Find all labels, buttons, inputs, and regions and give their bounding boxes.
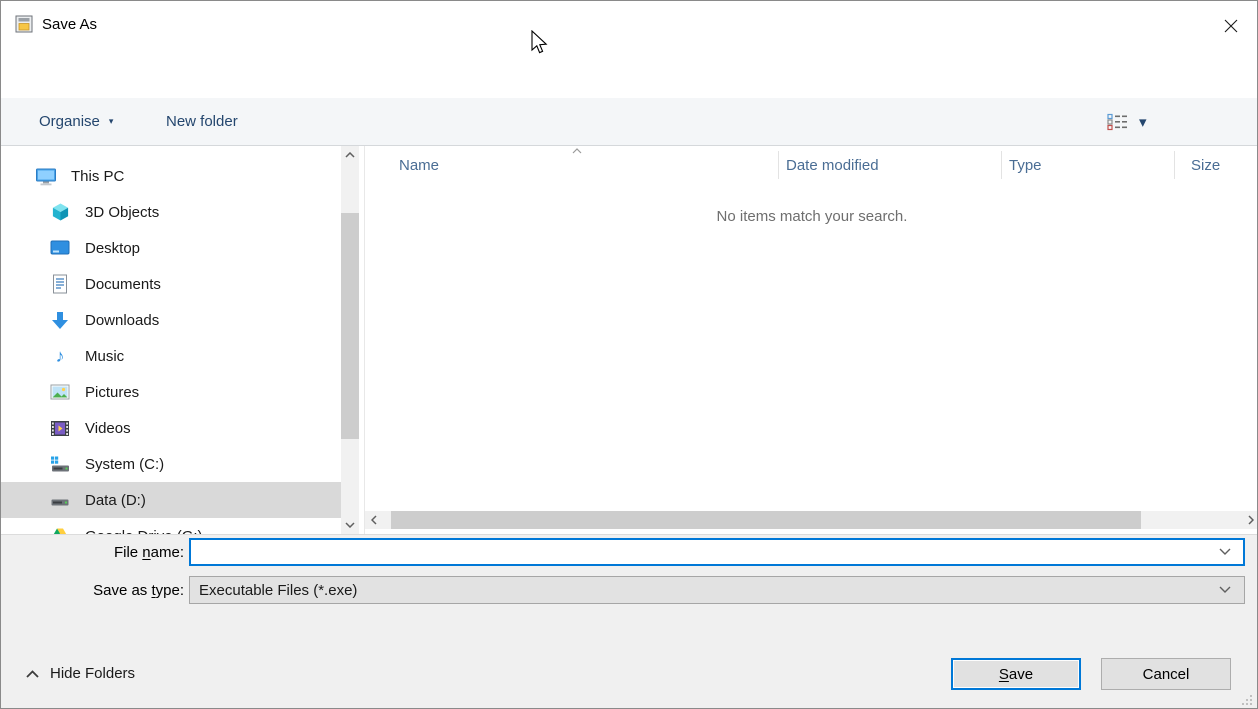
sort-ascending-icon	[572, 148, 582, 154]
column-header-row: Name Date modified Type Size	[365, 146, 1257, 184]
desktop-icon	[49, 238, 71, 258]
sidebar-item-system-c[interactable]: System (C:)	[1, 446, 341, 482]
file-list-pane: Name Date modified Type Size No items ma…	[365, 146, 1257, 534]
sidebar-item-this-pc[interactable]: This PC	[1, 158, 341, 194]
chevron-up-icon	[26, 670, 39, 678]
horizontal-scrollbar[interactable]	[365, 511, 1257, 529]
hide-folders-label: Hide Folders	[50, 665, 135, 682]
column-header-date-modified[interactable]: Date modified	[786, 157, 879, 174]
videos-icon	[49, 418, 71, 438]
sidebar-item-documents[interactable]: Documents	[1, 266, 341, 302]
dialog-body: This PC 3D Objects	[1, 146, 1257, 534]
sidebar-item-google-drive[interactable]: Google Drive (G:)	[1, 518, 341, 534]
resize-grip[interactable]	[1240, 693, 1254, 707]
sidebar-item-desktop[interactable]: Desktop	[1, 230, 341, 266]
title-bar: Save As	[1, 1, 1257, 49]
column-divider[interactable]	[1001, 151, 1002, 179]
save-button[interactable]: Save	[951, 658, 1081, 690]
sidebar-item-downloads[interactable]: Downloads	[1, 302, 341, 338]
column-divider[interactable]	[778, 151, 779, 179]
chevron-down-icon[interactable]	[1219, 586, 1231, 594]
file-name-input[interactable]	[189, 538, 1245, 566]
sidebar-item-videos[interactable]: Videos	[1, 410, 341, 446]
scroll-up-icon[interactable]	[345, 152, 355, 158]
scroll-down-icon[interactable]	[345, 522, 355, 528]
hide-folders-button[interactable]: Hide Folders	[26, 665, 135, 682]
sidebar-item-label: Data (D:)	[85, 492, 146, 509]
column-divider[interactable]	[1174, 151, 1175, 179]
downloads-icon	[49, 310, 71, 330]
new-folder-button[interactable]: New folder	[166, 98, 238, 145]
sidebar-item-label: System (C:)	[85, 456, 164, 473]
command-toolbar: Organise ▾ New folder ▾ ?	[1, 98, 1257, 146]
close-button[interactable]	[1218, 13, 1244, 39]
organise-button[interactable]: Organise ▾	[39, 98, 113, 145]
pictures-icon	[49, 382, 71, 402]
system-drive-icon	[49, 454, 71, 474]
chevron-down-icon: ▾	[109, 116, 114, 127]
sidebar-item-label: Pictures	[85, 384, 139, 401]
scrollbar-thumb[interactable]	[391, 511, 1141, 529]
chevron-down-icon: ▾	[1139, 113, 1147, 131]
3d-objects-icon	[49, 202, 71, 222]
sidebar-item-label: Music	[85, 348, 124, 365]
organise-label: Organise	[39, 113, 100, 130]
sidebar-item-music[interactable]: ♪ Music	[1, 338, 341, 374]
sidebar-item-label: 3D Objects	[85, 204, 159, 221]
sidebar-item-label: Downloads	[85, 312, 159, 329]
google-drive-icon	[49, 526, 71, 534]
change-view-button[interactable]: ▾	[1107, 98, 1147, 145]
file-name-label: File name:	[1, 544, 184, 561]
save-as-icon	[15, 15, 33, 33]
close-icon	[1224, 19, 1238, 33]
chevron-down-icon[interactable]	[1219, 548, 1231, 556]
this-pc-icon	[35, 166, 57, 186]
save-options-panel: File name: Save as type: Executable File…	[1, 534, 1257, 709]
sidebar-scrollbar[interactable]	[341, 146, 359, 534]
sidebar-item-label: Desktop	[85, 240, 140, 257]
details-view-icon	[1107, 113, 1129, 131]
empty-results-message: No items match your search.	[365, 208, 1257, 225]
column-header-name[interactable]: Name	[399, 157, 439, 174]
sidebar-item-pictures[interactable]: Pictures	[1, 374, 341, 410]
save-as-type-value: Executable Files (*.exe)	[199, 582, 357, 599]
scroll-left-icon[interactable]	[371, 515, 377, 525]
sidebar-item-label: This PC	[71, 168, 124, 185]
scroll-right-icon[interactable]	[1248, 515, 1254, 525]
sidebar-item-label: Documents	[85, 276, 161, 293]
save-as-dialog: Save As	[0, 0, 1258, 709]
documents-icon	[49, 274, 71, 294]
column-header-type[interactable]: Type	[1009, 157, 1042, 174]
music-icon: ♪	[49, 346, 71, 366]
navigation-pane: This PC 3D Objects	[1, 146, 341, 534]
data-drive-icon	[49, 490, 71, 510]
save-as-type-label: Save as type:	[1, 582, 184, 599]
new-folder-label: New folder	[166, 113, 238, 130]
cancel-button[interactable]: Cancel	[1101, 658, 1231, 690]
column-header-size[interactable]: Size	[1191, 157, 1220, 174]
save-as-type-dropdown[interactable]: Executable Files (*.exe)	[189, 576, 1245, 604]
scrollbar-thumb[interactable]	[341, 213, 359, 439]
sidebar-item-data-d[interactable]: Data (D:)	[1, 482, 341, 518]
sidebar-item-label: Videos	[85, 420, 131, 437]
navigation-bar: › This PC › Data (D:) › Software › CLO	[1, 49, 1257, 98]
window-title: Save As	[42, 16, 97, 33]
sidebar-item-3d-objects[interactable]: 3D Objects	[1, 194, 341, 230]
